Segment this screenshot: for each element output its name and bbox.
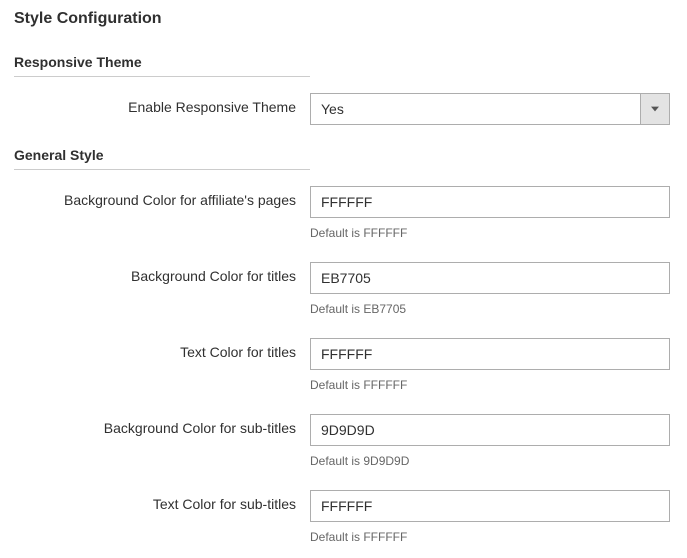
- label-bg-affiliate: Background Color for affiliate's pages: [14, 186, 310, 208]
- field-enable-responsive: Enable Responsive Theme Yes: [14, 93, 673, 125]
- input-text-titles[interactable]: [310, 338, 670, 370]
- label-enable-responsive: Enable Responsive Theme: [14, 93, 310, 115]
- label-text-titles: Text Color for titles: [14, 338, 310, 360]
- section-title-responsive: Responsive Theme: [14, 54, 310, 77]
- label-bg-titles: Background Color for titles: [14, 262, 310, 284]
- field-text-subtitles: Text Color for sub-titles Default is FFF…: [14, 490, 673, 544]
- section-title-general: General Style: [14, 147, 310, 170]
- field-bg-affiliate: Background Color for affiliate's pages D…: [14, 186, 673, 240]
- label-bg-subtitles: Background Color for sub-titles: [14, 414, 310, 436]
- hint-bg-subtitles: Default is 9D9D9D: [310, 454, 670, 468]
- hint-bg-titles: Default is EB7705: [310, 302, 670, 316]
- hint-text-titles: Default is FFFFFF: [310, 378, 670, 392]
- field-bg-subtitles: Background Color for sub-titles Default …: [14, 414, 673, 468]
- select-enable-responsive[interactable]: Yes: [310, 93, 670, 125]
- field-text-titles: Text Color for titles Default is FFFFFF: [14, 338, 673, 392]
- input-bg-subtitles[interactable]: [310, 414, 670, 446]
- hint-bg-affiliate: Default is FFFFFF: [310, 226, 670, 240]
- hint-text-subtitles: Default is FFFFFF: [310, 530, 670, 544]
- input-bg-titles[interactable]: [310, 262, 670, 294]
- input-text-subtitles[interactable]: [310, 490, 670, 522]
- input-bg-affiliate[interactable]: [310, 186, 670, 218]
- field-bg-titles: Background Color for titles Default is E…: [14, 262, 673, 316]
- select-enable-responsive-input[interactable]: Yes: [310, 93, 670, 125]
- label-text-subtitles: Text Color for sub-titles: [14, 490, 310, 512]
- page-title: Style Configuration: [14, 10, 673, 28]
